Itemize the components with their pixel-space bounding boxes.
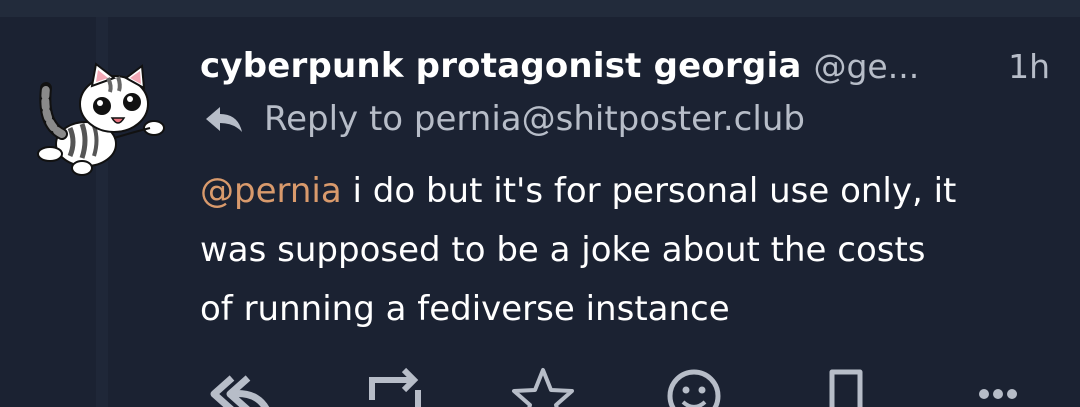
reply-all-button[interactable]	[204, 360, 280, 407]
post-line-1: @pernia i do but it's for personal use o…	[200, 162, 1060, 221]
reply-to-row[interactable]: Reply to pernia@shitposter.club	[204, 94, 805, 144]
more-icon	[979, 389, 1017, 399]
reply-to-label[interactable]: Reply to pernia@shitposter.club	[264, 99, 805, 139]
reply-icon	[206, 107, 242, 132]
post-line-2: was supposed to be a joke about the cost…	[200, 230, 926, 270]
emoji-icon	[667, 369, 721, 407]
bookmark-button[interactable]	[808, 360, 884, 407]
top-divider	[0, 0, 1080, 17]
user-handle[interactable]: @ge...	[813, 47, 919, 86]
favorite-button[interactable]	[505, 360, 581, 407]
more-button[interactable]	[958, 360, 1034, 407]
post-text-1: i do but it's for personal use only, it	[341, 171, 957, 211]
avatar[interactable]	[34, 62, 166, 180]
mention-link[interactable]: @pernia	[200, 171, 342, 211]
action-bar	[200, 360, 1060, 407]
post-screen: cyberpunk protagonist georgia @ge... 1h …	[0, 0, 1080, 407]
star-icon	[512, 368, 574, 407]
repeat-icon	[369, 367, 421, 407]
reply-all-icon	[210, 375, 270, 407]
cat-avatar-icon	[37, 62, 165, 176]
post-timestamp[interactable]: 1h	[1008, 47, 1050, 86]
repeat-button[interactable]	[358, 360, 434, 407]
display-name[interactable]: cyberpunk protagonist georgia	[200, 46, 801, 86]
post-line-3: of running a fediverse instance	[200, 289, 730, 329]
bookmark-icon	[829, 369, 863, 407]
react-button[interactable]	[656, 360, 732, 407]
post-content: @pernia i do but it's for personal use o…	[200, 162, 1060, 339]
post-header: cyberpunk protagonist georgia @ge... 1h	[200, 40, 1050, 92]
